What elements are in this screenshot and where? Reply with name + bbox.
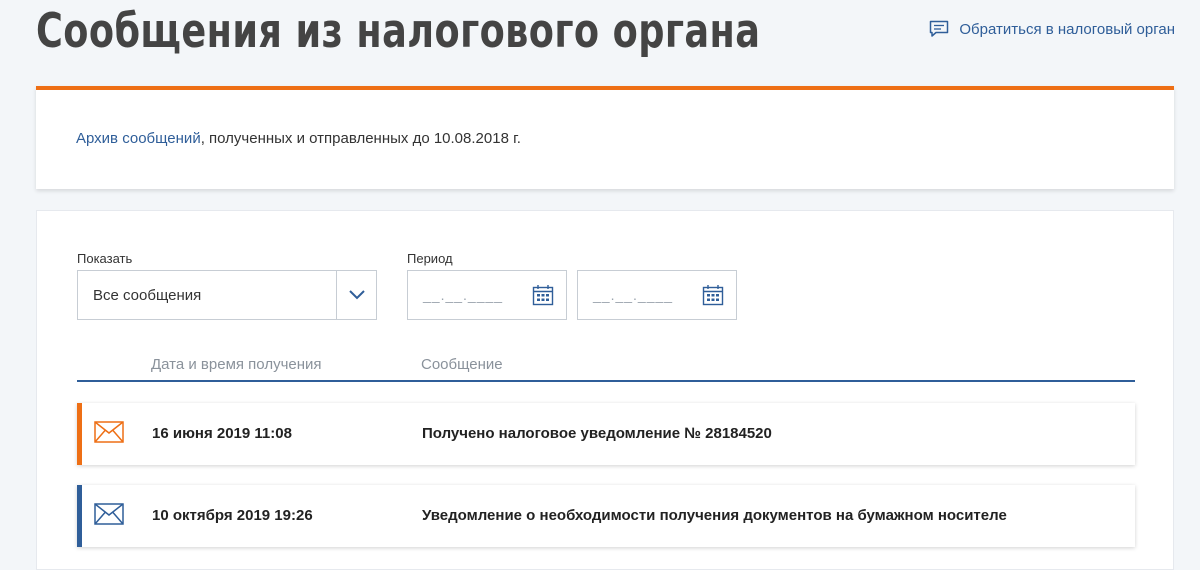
archive-link[interactable]: Архив сообщений (76, 130, 201, 147)
date-from-placeholder: __.__.____ (423, 287, 504, 303)
page-title: Сообщения из налогового органа (36, 4, 761, 59)
contact-link-label: Обратиться в налоговый орган (959, 20, 1175, 38)
table-row[interactable]: 10 октября 2019 19:26 Уведомление о необ… (77, 485, 1135, 547)
calendar-icon[interactable] (532, 284, 554, 311)
row-message: Получено налоговое уведомление № 2818452… (422, 425, 772, 442)
date-from-input[interactable]: __.__.____ (407, 270, 567, 320)
archive-text: Архив сообщений, полученных и отправленн… (76, 130, 521, 147)
period-label: Период (407, 251, 453, 266)
column-header-message: Сообщение (421, 356, 503, 373)
chat-icon (929, 20, 949, 38)
envelope-icon (94, 503, 124, 530)
row-status-bar (77, 403, 82, 465)
calendar-icon[interactable] (702, 284, 724, 311)
row-date: 10 октября 2019 19:26 (152, 507, 313, 524)
row-date: 16 июня 2019 11:08 (152, 425, 292, 442)
date-to-input[interactable]: __.__.____ (577, 270, 737, 320)
row-message: Уведомление о необходимости получения до… (422, 507, 1007, 524)
archive-card: Архив сообщений, полученных и отправленн… (36, 86, 1174, 189)
select-divider (336, 271, 337, 319)
table-header-rule (77, 380, 1135, 382)
show-filter-value: Все сообщения (93, 287, 202, 304)
column-header-date: Дата и время получения (151, 356, 322, 373)
archive-description: , полученных и отправленных до 10.08.201… (200, 130, 521, 147)
envelope-icon (94, 421, 124, 448)
row-status-bar (77, 485, 82, 547)
show-filter-label: Показать (77, 251, 133, 266)
show-filter-select[interactable]: Все сообщения (77, 270, 377, 320)
date-to-placeholder: __.__.____ (593, 287, 674, 303)
messages-panel: Показать Все сообщения Период __.__.____… (36, 210, 1174, 570)
chevron-down-icon (347, 286, 367, 309)
contact-tax-authority-link[interactable]: Обратиться в налоговый орган (929, 20, 1175, 38)
table-row[interactable]: 16 июня 2019 11:08 Получено налоговое ув… (77, 403, 1135, 465)
